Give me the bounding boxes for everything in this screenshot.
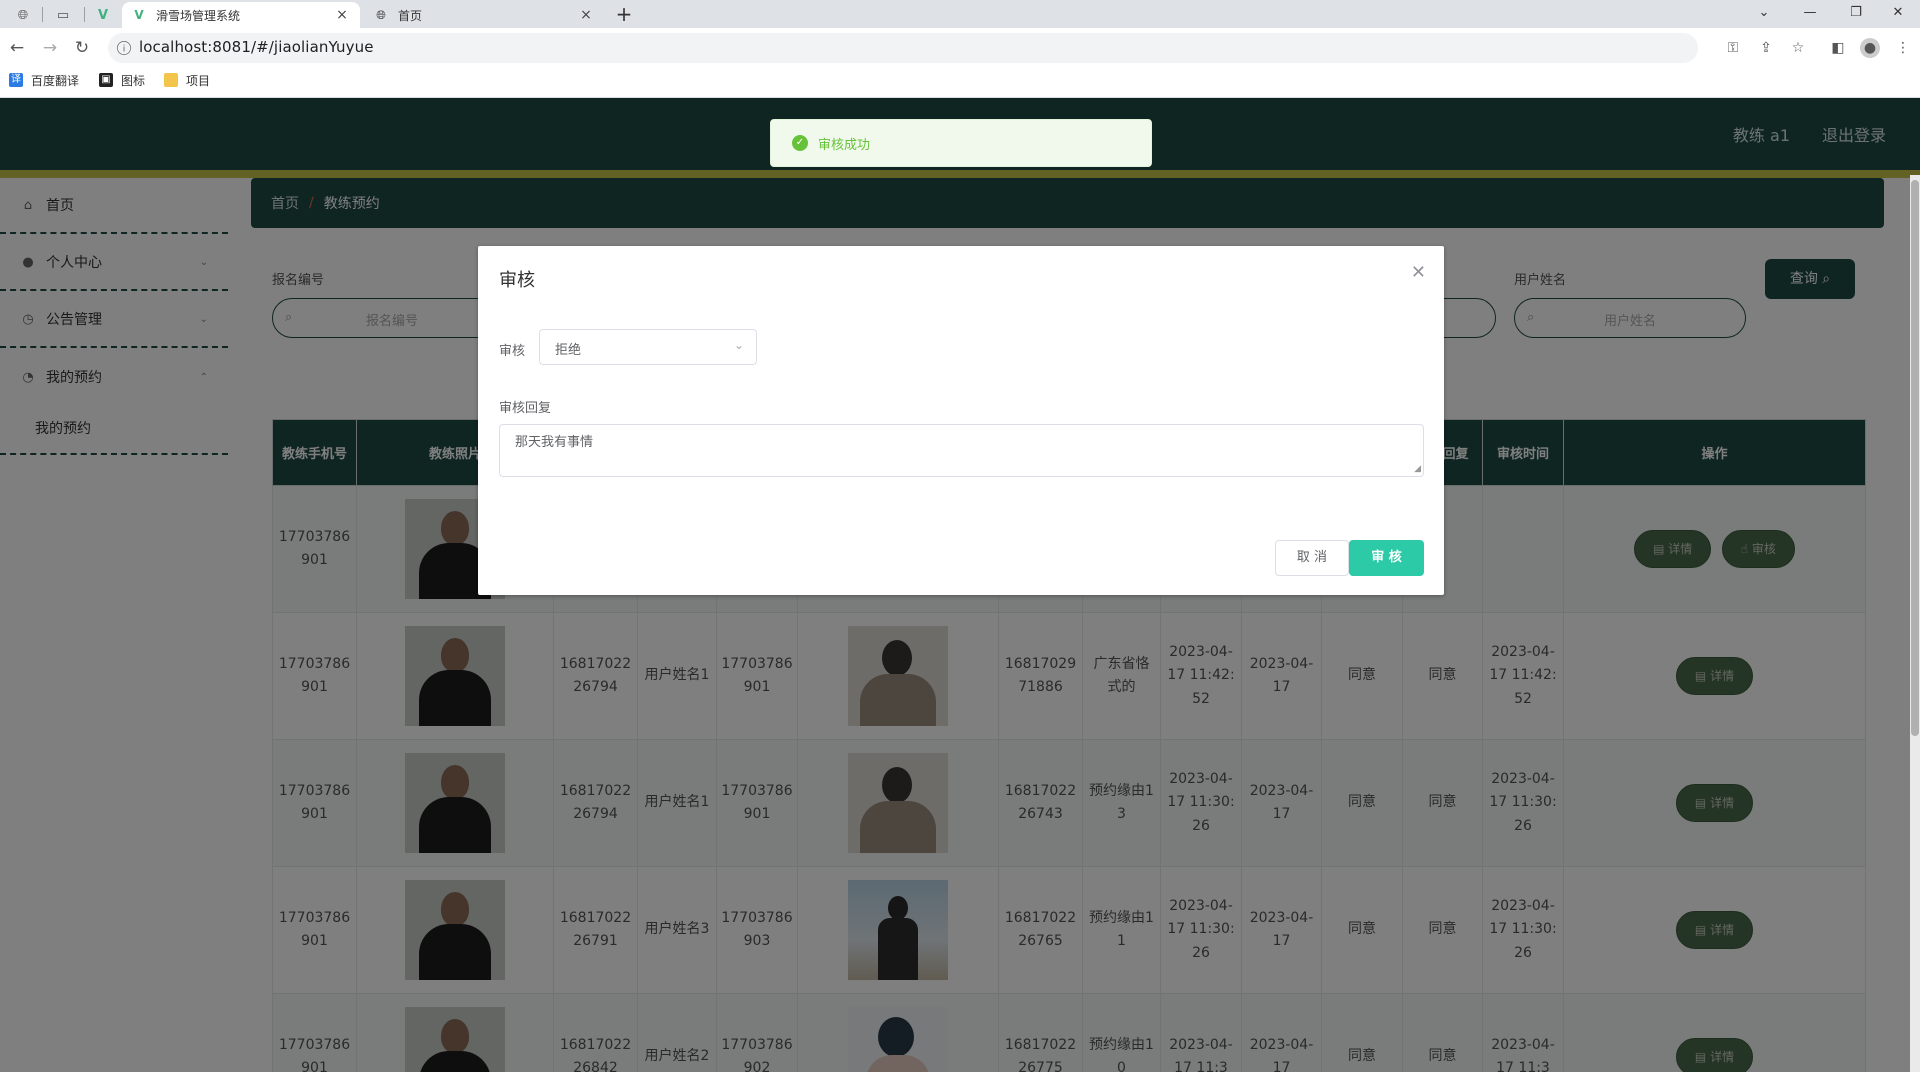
vue-icon: V bbox=[134, 8, 144, 22]
url-text[interactable]: localhost:8081/#/jiaolianYuyue bbox=[139, 38, 374, 56]
review-reply-label: 审核回复 bbox=[499, 401, 552, 416]
bookmark-item[interactable]: 项目 bbox=[164, 70, 210, 90]
reload-icon[interactable]: ↻ bbox=[71, 37, 93, 59]
resize-handle-icon[interactable]: ◢ bbox=[1414, 464, 1421, 474]
bookmarks-bar bbox=[0, 66, 1920, 98]
dialog-title: 审核 bbox=[499, 270, 535, 291]
close-icon[interactable]: × bbox=[334, 7, 350, 23]
review-select-value: 拒绝 bbox=[555, 343, 582, 358]
pinned-tab-blank[interactable]: ▭ bbox=[46, 2, 80, 28]
bookmark-label: 图标 bbox=[121, 73, 146, 88]
globe-icon: 🌐︎ bbox=[17, 7, 29, 23]
check-circle-icon: ✓ bbox=[792, 135, 808, 151]
vue-icon: V bbox=[97, 7, 109, 23]
review-reply-text: 那天我有事情 bbox=[515, 435, 594, 450]
forward-icon[interactable]: → bbox=[39, 37, 61, 59]
toast-message: 审核成功 bbox=[818, 137, 871, 153]
tab-active[interactable]: V 滑雪场管理系统 × bbox=[122, 2, 360, 28]
review-label: 审核 bbox=[499, 344, 526, 359]
submit-review-button[interactable]: 审 核 bbox=[1349, 540, 1424, 576]
translate-icon: 译 bbox=[9, 73, 23, 87]
pinned-tab-globe[interactable]: 🌐︎ bbox=[6, 2, 40, 28]
tab-separator bbox=[84, 7, 85, 22]
menu-icon[interactable]: ⋮ bbox=[1893, 38, 1913, 58]
profile-avatar-icon[interactable]: ● bbox=[1860, 38, 1880, 58]
info-icon[interactable]: i bbox=[117, 41, 131, 55]
new-tab-button[interactable]: + bbox=[612, 3, 636, 27]
share-icon[interactable]: ⇪ bbox=[1756, 38, 1776, 58]
bookmark-label: 项目 bbox=[186, 73, 211, 88]
review-dialog: 审核 ✕ 审核 拒绝 ⌄ 审核回复 那天我有事情 ◢ 取 消 审 核 bbox=[478, 246, 1444, 595]
review-select[interactable]: 拒绝 ⌄ bbox=[539, 329, 757, 365]
success-toast: ✓ 审核成功 bbox=[770, 119, 1152, 167]
tab-search-icon[interactable]: ⌄ bbox=[1742, 2, 1786, 24]
tab-inactive[interactable]: 🌐︎ 首页 × bbox=[364, 2, 604, 28]
minimize-button[interactable]: — bbox=[1788, 2, 1832, 24]
back-icon[interactable]: ← bbox=[6, 37, 28, 59]
tab-separator bbox=[42, 7, 43, 22]
key-icon[interactable]: ⚿ bbox=[1723, 38, 1743, 58]
bookmark-item[interactable]: 译 百度翻译 bbox=[9, 70, 79, 90]
window-close-button[interactable]: ✕ bbox=[1876, 2, 1920, 24]
globe-icon: 🌐︎ bbox=[376, 7, 386, 22]
restore-button[interactable]: ❐ bbox=[1834, 2, 1878, 24]
pinned-tab-vue[interactable]: V bbox=[86, 2, 120, 28]
image-icon: ▣ bbox=[99, 73, 113, 87]
scrollbar-thumb[interactable] bbox=[1911, 180, 1919, 736]
close-icon[interactable]: ✕ bbox=[1411, 262, 1426, 283]
bookmark-label: 百度翻译 bbox=[31, 73, 80, 88]
browser-tab-bar: 🌐︎ ▭ V V 滑雪场管理系统 × 🌐︎ 首页 × + ⌄ — ❐ ✕ bbox=[0, 0, 1920, 28]
tab-title: 滑雪场管理系统 bbox=[156, 8, 241, 23]
sidepanel-icon[interactable]: ◧ bbox=[1828, 38, 1848, 58]
folder-icon bbox=[164, 73, 178, 87]
review-reply-textarea[interactable]: 那天我有事情 ◢ bbox=[499, 424, 1424, 477]
cancel-button[interactable]: 取 消 bbox=[1275, 540, 1349, 576]
close-icon[interactable]: × bbox=[578, 7, 594, 23]
window-icon: ▭ bbox=[56, 7, 70, 23]
star-icon[interactable]: ☆ bbox=[1788, 38, 1808, 58]
tab-title: 首页 bbox=[398, 8, 423, 23]
chevron-down-icon: ⌄ bbox=[733, 338, 744, 352]
bookmark-item[interactable]: ▣ 图标 bbox=[99, 70, 145, 90]
